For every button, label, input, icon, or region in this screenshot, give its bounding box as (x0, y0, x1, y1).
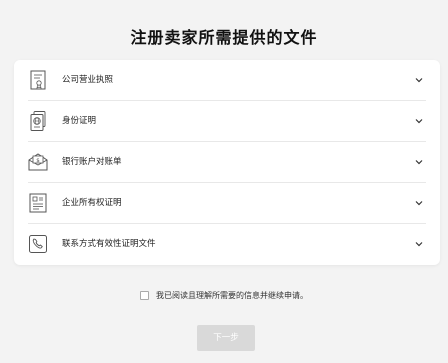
agreement-row: 我已阅读且理解所需要的信息并继续申请。 (0, 290, 448, 301)
document-row-bank-statement[interactable]: $ 银行账户对账单 (14, 142, 440, 182)
passport-icon (30, 111, 46, 131)
documents-list: 公司营业执照 身份证明 $ 银行账户对账单 企业所有权证明 联系方式有效性证明文… (14, 60, 440, 265)
chevron-down-icon[interactable] (414, 239, 424, 249)
document-label: 银行账户对账单 (62, 157, 122, 167)
chevron-down-icon[interactable] (414, 198, 424, 208)
svg-text:$: $ (36, 158, 40, 164)
phone-icon (29, 235, 47, 253)
document-label: 身份证明 (62, 116, 97, 126)
bank-statement-icon: $ (28, 153, 48, 171)
document-row-contact-proof[interactable]: 联系方式有效性证明文件 (14, 224, 440, 264)
document-label: 企业所有权证明 (62, 198, 122, 208)
chevron-down-icon[interactable] (414, 116, 424, 126)
document-row-business-license[interactable]: 公司营业执照 (14, 60, 440, 100)
agreement-checkbox[interactable] (140, 291, 149, 300)
document-row-identity[interactable]: 身份证明 (14, 101, 440, 141)
document-label: 公司营业执照 (62, 75, 114, 85)
agreement-text: 我已阅读且理解所需要的信息并继续申请。 (156, 291, 308, 300)
document-row-ownership[interactable]: 企业所有权证明 (14, 183, 440, 223)
next-button[interactable]: 下一步 (197, 325, 255, 351)
ownership-document-icon (29, 193, 47, 213)
page-title: 注册卖家所需提供的文件 (130, 28, 318, 47)
document-label: 联系方式有效性证明文件 (62, 239, 156, 249)
business-license-icon (30, 70, 46, 90)
chevron-down-icon[interactable] (414, 75, 424, 85)
chevron-down-icon[interactable] (414, 157, 424, 167)
